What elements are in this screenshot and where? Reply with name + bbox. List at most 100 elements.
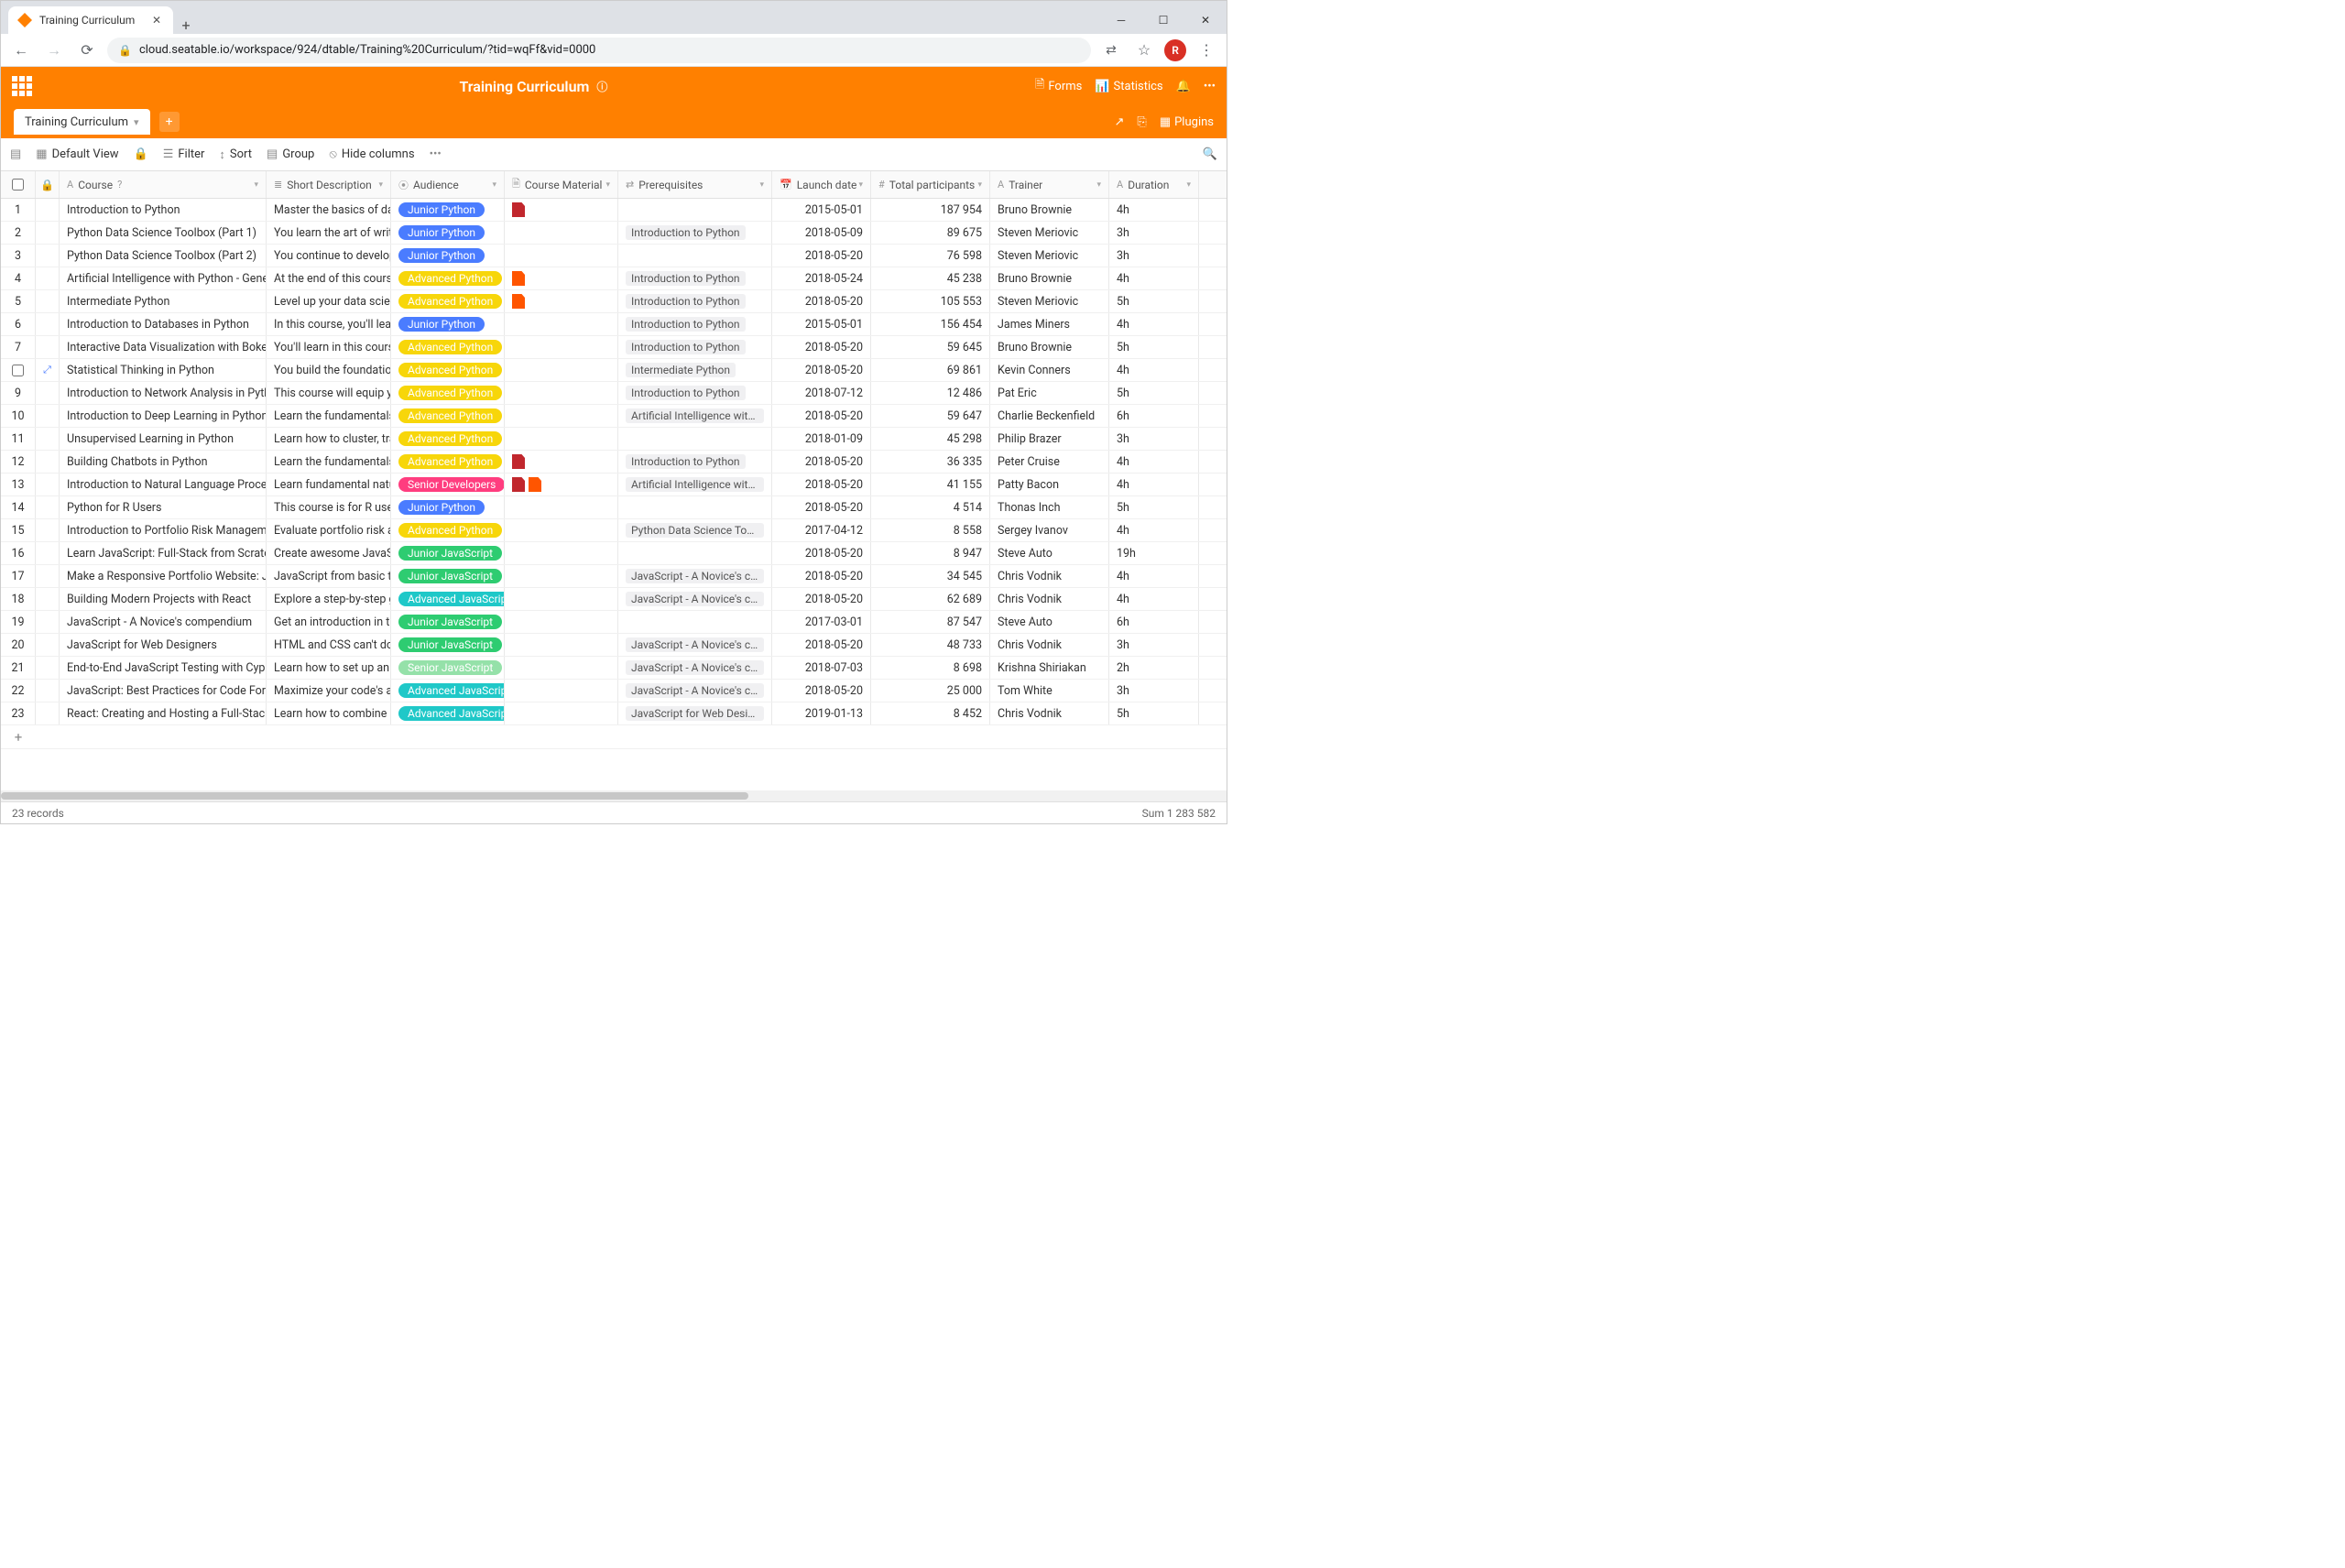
prereq-chip[interactable]: Introduction to Python <box>626 386 746 400</box>
cell-material[interactable] <box>505 702 618 724</box>
prereq-chip[interactable]: Introduction to Python <box>626 294 746 309</box>
cell-material[interactable] <box>505 565 618 587</box>
cell-duration[interactable]: 4h <box>1109 474 1199 495</box>
cell-description[interactable]: Create awesome JavaScr... <box>267 542 391 564</box>
row-number[interactable]: 10 <box>1 405 36 427</box>
row-expand[interactable] <box>36 657 60 679</box>
row-number[interactable]: 3 <box>1 245 36 267</box>
cell-total-participants[interactable]: 41 155 <box>871 474 990 495</box>
table-row[interactable]: 1Introduction to PythonMaster the basics… <box>1 199 1227 222</box>
cell-total-participants[interactable]: 12 486 <box>871 382 990 404</box>
table-row[interactable]: 4Artificial Intelligence with Python - G… <box>1 267 1227 290</box>
horizontal-scrollbar[interactable] <box>1 790 1227 801</box>
cell-description[interactable]: JavaScript from basic to ... <box>267 565 391 587</box>
cell-material[interactable] <box>505 588 618 610</box>
cell-material[interactable] <box>505 657 618 679</box>
row-number[interactable]: 16 <box>1 542 36 564</box>
cell-prerequisites[interactable] <box>618 199 772 221</box>
cell-audience[interactable]: Junior Python <box>391 199 505 221</box>
cell-audience[interactable]: Junior Python <box>391 496 505 518</box>
col-duration[interactable]: ADuration▾ <box>1109 171 1199 198</box>
col-prerequisites[interactable]: ⇄Prerequisites▾ <box>618 171 772 198</box>
chevron-down-icon[interactable]: ▾ <box>134 116 139 128</box>
row-number[interactable]: 4 <box>1 267 36 289</box>
lock-view-icon[interactable]: 🔒 <box>134 147 148 161</box>
cell-course[interactable]: Python for R Users <box>60 496 267 518</box>
browser-tab[interactable]: Training Curriculum ✕ <box>8 6 173 34</box>
col-course[interactable]: ACourse?▾ <box>60 171 267 198</box>
prereq-chip[interactable]: Introduction to Python <box>626 454 746 469</box>
cell-launch-date[interactable]: 2018-01-09 <box>772 428 871 450</box>
cell-audience[interactable]: Advanced Python <box>391 519 505 541</box>
cell-audience[interactable]: Advanced Python <box>391 451 505 473</box>
cell-total-participants[interactable]: 69 861 <box>871 359 990 381</box>
cell-duration[interactable]: 3h <box>1109 634 1199 656</box>
cell-prerequisites[interactable]: Introduction to Python <box>618 451 772 473</box>
row-number[interactable]: 9 <box>1 382 36 404</box>
cell-launch-date[interactable]: 2017-04-12 <box>772 519 871 541</box>
cell-total-participants[interactable]: 8 698 <box>871 657 990 679</box>
cell-audience[interactable]: Advanced JavaScript <box>391 680 505 702</box>
cell-course[interactable]: Introduction to Databases in Python <box>60 313 267 335</box>
export-icon[interactable]: ⎘ <box>1137 115 1146 129</box>
cell-launch-date[interactable]: 2018-05-20 <box>772 680 871 702</box>
table-row[interactable]: 20JavaScript for Web DesignersHTML and C… <box>1 634 1227 657</box>
cell-prerequisites[interactable]: JavaScript - A Novice's compendium <box>618 588 772 610</box>
cell-course[interactable]: Introduction to Python <box>60 199 267 221</box>
cell-prerequisites[interactable]: Artificial Intelligence with Python - <box>618 405 772 427</box>
close-tab-icon[interactable]: ✕ <box>149 14 164 27</box>
cell-duration[interactable]: 5h <box>1109 336 1199 358</box>
cell-description[interactable]: Master the basics of dat... <box>267 199 391 221</box>
cell-trainer[interactable]: Steve Auto <box>990 611 1109 633</box>
chevron-down-icon[interactable]: ▾ <box>254 180 258 190</box>
cell-description[interactable]: Learn the fundamentals ... <box>267 451 391 473</box>
row-expand[interactable] <box>36 267 60 289</box>
cell-launch-date[interactable]: 2018-05-20 <box>772 565 871 587</box>
statistics-button[interactable]: 📊Statistics <box>1095 80 1162 93</box>
cell-course[interactable]: JavaScript - A Novice's compendium <box>60 611 267 633</box>
cell-duration[interactable]: 6h <box>1109 611 1199 633</box>
forward-button[interactable]: → <box>41 38 67 63</box>
chrome-menu-icon[interactable]: ⋮ <box>1194 38 1219 63</box>
table-row[interactable]: 22JavaScript: Best Practices for Code Fo… <box>1 680 1227 702</box>
notifications-icon[interactable]: 🔔 <box>1176 80 1191 93</box>
cell-trainer[interactable]: Tom White <box>990 680 1109 702</box>
cell-audience[interactable]: Advanced Python <box>391 382 505 404</box>
row-expand[interactable] <box>36 382 60 404</box>
cell-duration[interactable]: 4h <box>1109 565 1199 587</box>
cell-trainer[interactable]: Krishna Shiriakan <box>990 657 1109 679</box>
cell-total-participants[interactable]: 4 514 <box>871 496 990 518</box>
cell-audience[interactable]: Advanced Python <box>391 428 505 450</box>
cell-course[interactable]: Introduction to Natural Language Process… <box>60 474 267 495</box>
cell-description[interactable]: This course will equip yo... <box>267 382 391 404</box>
cell-description[interactable]: Evaluate portfolio risk a... <box>267 519 391 541</box>
row-expand[interactable] <box>36 702 60 724</box>
cell-launch-date[interactable]: 2018-05-20 <box>772 359 871 381</box>
cell-material[interactable] <box>505 634 618 656</box>
cell-audience[interactable]: Junior JavaScript <box>391 634 505 656</box>
header-more-icon[interactable]: ••• <box>1204 80 1216 93</box>
cell-launch-date[interactable]: 2018-05-20 <box>772 474 871 495</box>
cell-material[interactable] <box>505 313 618 335</box>
cell-trainer[interactable]: Chris Vodnik <box>990 702 1109 724</box>
row-expand[interactable] <box>36 634 60 656</box>
cell-total-participants[interactable]: 25 000 <box>871 680 990 702</box>
row-expand[interactable] <box>36 496 60 518</box>
cell-launch-date[interactable]: 2018-07-03 <box>772 657 871 679</box>
cell-launch-date[interactable]: 2019-01-13 <box>772 702 871 724</box>
cell-audience[interactable]: Advanced Python <box>391 290 505 312</box>
cell-prerequisites[interactable] <box>618 245 772 267</box>
back-button[interactable]: ← <box>8 38 34 63</box>
cell-audience[interactable]: Advanced JavaScript <box>391 702 505 724</box>
table-row[interactable]: 6Introduction to Databases in PythonIn t… <box>1 313 1227 336</box>
cell-material[interactable] <box>505 496 618 518</box>
plugins-button[interactable]: ▦Plugins <box>1160 115 1214 129</box>
prereq-chip[interactable]: Introduction to Python <box>626 225 746 240</box>
scrollbar-thumb[interactable] <box>1 792 748 800</box>
cell-total-participants[interactable]: 59 645 <box>871 336 990 358</box>
sort-button[interactable]: ↕Sort <box>219 147 252 162</box>
cell-material[interactable] <box>505 680 618 702</box>
cell-course[interactable]: Building Chatbots in Python <box>60 451 267 473</box>
cell-audience[interactable]: Junior JavaScript <box>391 565 505 587</box>
expand-row-icon[interactable]: ⤢ <box>43 364 51 376</box>
